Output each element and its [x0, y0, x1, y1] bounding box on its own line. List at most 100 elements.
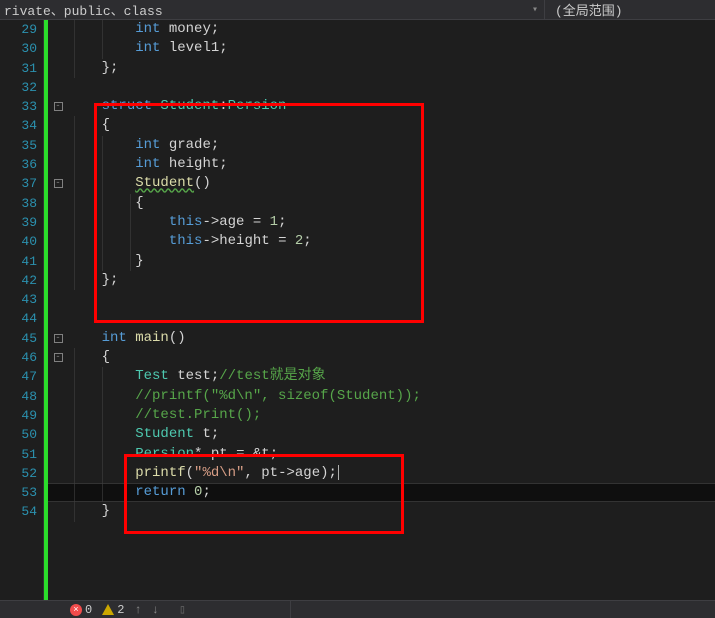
code-text: { [68, 348, 110, 367]
line-number: 46 [0, 348, 37, 367]
code-line[interactable]: int money; [48, 20, 715, 39]
code-line[interactable]: //test.Print(); [48, 406, 715, 425]
code-line[interactable]: - int main() [48, 329, 715, 348]
code-text: //test.Print(); [68, 406, 261, 425]
code-line[interactable]: int height; [48, 155, 715, 174]
line-number: 34 [0, 116, 37, 135]
code-text: int main() [68, 329, 186, 348]
line-number: 47 [0, 367, 37, 386]
code-line[interactable]: printf("%d\n", pt->age); [48, 464, 715, 483]
line-number: 48 [0, 387, 37, 406]
line-number: 30 [0, 39, 37, 58]
line-number: 39 [0, 213, 37, 232]
code-text: int grade; [68, 136, 219, 155]
code-line[interactable]: }; [48, 271, 715, 290]
code-text: int level1; [68, 39, 228, 58]
code-text: Student() [68, 174, 211, 193]
code-line[interactable]: Test test;//test就是对象 [48, 367, 715, 386]
warning-icon [102, 604, 114, 615]
code-line[interactable] [48, 309, 715, 328]
code-text: { [68, 116, 110, 135]
fold-column[interactable]: - [48, 348, 68, 367]
line-number: 45 [0, 329, 37, 348]
code-text: Test test;//test就是对象 [68, 367, 326, 386]
fold-minus-icon[interactable]: - [54, 353, 63, 362]
scope-dropdown-right[interactable]: (全局范围) [545, 0, 715, 19]
code-line[interactable]: Persion* pt = &t; [48, 445, 715, 464]
line-number: 29 [0, 20, 37, 39]
code-text: Persion* pt = &t; [68, 445, 278, 464]
fold-column[interactable]: - [48, 97, 68, 116]
code-text: struct Student:Persion [68, 97, 286, 116]
code-line[interactable]: this->height = 2; [48, 232, 715, 251]
code-text: } [68, 502, 110, 521]
code-line[interactable]: } [48, 252, 715, 271]
line-number: 42 [0, 271, 37, 290]
code-line[interactable]: - { [48, 348, 715, 367]
code-line[interactable] [48, 290, 715, 309]
code-text: //printf("%d\n", sizeof(Student)); [68, 387, 421, 406]
line-number: 51 [0, 445, 37, 464]
editor: 2930313233343536373839404142434445464748… [0, 20, 715, 600]
code-line[interactable] [48, 78, 715, 97]
error-icon: × [70, 604, 82, 616]
code-line[interactable]: { [48, 194, 715, 213]
fold-minus-icon[interactable]: - [54, 179, 63, 188]
code-line[interactable]: - struct Student:Persion [48, 97, 715, 116]
line-number: 49 [0, 406, 37, 425]
line-number: 31 [0, 59, 37, 78]
arrow-down-icon[interactable]: ↓ [152, 603, 159, 617]
code-text: this->age = 1; [68, 213, 286, 232]
line-number: 44 [0, 309, 37, 328]
status-bar: × 0 2 ↑ ↓ ▯ [0, 600, 715, 618]
code-text: int money; [68, 20, 219, 39]
code-line[interactable]: return 0; [48, 483, 715, 502]
line-number: 33 [0, 97, 37, 116]
arrow-up-icon[interactable]: ↑ [134, 603, 141, 617]
line-number-gutter: 2930313233343536373839404142434445464748… [0, 20, 44, 600]
code-line[interactable]: int grade; [48, 136, 715, 155]
line-number: 43 [0, 290, 37, 309]
line-number: 52 [0, 464, 37, 483]
line-number: 32 [0, 78, 37, 97]
code-text: } [68, 252, 144, 271]
scope-right-text: (全局范围) [555, 0, 623, 19]
fold-minus-icon[interactable]: - [54, 334, 63, 343]
line-number: 36 [0, 155, 37, 174]
fold-minus-icon[interactable]: - [54, 102, 63, 111]
code-line[interactable]: { [48, 116, 715, 135]
fold-column[interactable]: - [48, 174, 68, 193]
line-number: 38 [0, 194, 37, 213]
error-count: 0 [85, 603, 92, 617]
code-line[interactable]: Student t; [48, 425, 715, 444]
scope-left-text: rivate、public、class [4, 0, 163, 19]
scope-dropdown-left[interactable]: rivate、public、class ▾ [0, 0, 545, 19]
code-line[interactable]: //printf("%d\n", sizeof(Student)); [48, 387, 715, 406]
warning-count: 2 [117, 603, 124, 617]
code-area[interactable]: int money; int level1; }; - struct Studen… [48, 20, 715, 600]
code-line[interactable]: int level1; [48, 39, 715, 58]
code-text: }; [68, 59, 118, 78]
code-text: { [68, 194, 144, 213]
code-text: this->height = 2; [68, 232, 312, 251]
line-number: 41 [0, 252, 37, 271]
divider-icon: ▯ [179, 602, 186, 617]
line-number: 35 [0, 136, 37, 155]
code-text: int height; [68, 155, 228, 174]
code-line[interactable]: } [48, 502, 715, 521]
fold-column[interactable]: - [48, 329, 68, 348]
code-line[interactable]: }; [48, 59, 715, 78]
status-divider [290, 601, 291, 618]
line-number: 54 [0, 502, 37, 521]
code-line[interactable]: this->age = 1; [48, 213, 715, 232]
code-line[interactable]: - Student() [48, 174, 715, 193]
code-text: printf("%d\n", pt->age); [68, 464, 339, 483]
errors-indicator[interactable]: × 0 [70, 603, 92, 617]
code-text: }; [68, 271, 118, 290]
line-number: 53 [0, 483, 37, 502]
code-text: return 0; [68, 483, 211, 502]
line-number: 50 [0, 425, 37, 444]
code-text: Student t; [68, 425, 219, 444]
toolbar: rivate、public、class ▾ (全局范围) [0, 0, 715, 20]
warnings-indicator[interactable]: 2 [102, 603, 124, 617]
